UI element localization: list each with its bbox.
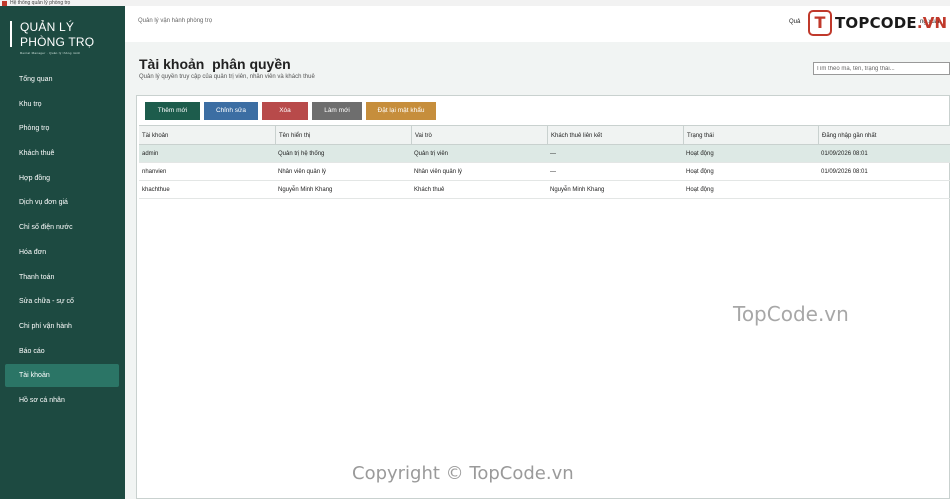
edit-button[interactable]: Chỉnh sửa (204, 102, 258, 120)
column-header-role[interactable]: Vai trò (411, 126, 547, 144)
brand-title: QUẢN LÝ PHÒNG TRỌ (20, 20, 94, 50)
topcode-watermark-logo: T TOPCODE.VN (808, 10, 950, 38)
table-cell: — (550, 169, 556, 175)
brand-title-line1: QUẢN LÝ (20, 20, 75, 34)
table-row[interactable]: admin Quản trị hệ thống Quản trị viên — … (139, 145, 950, 163)
sidebar-item[interactable]: Chi phí vận hành (5, 315, 119, 338)
table-cell: Khách thuê (414, 187, 445, 193)
topcode-logo-icon: T (808, 10, 832, 36)
table-cell: nhanvien (142, 169, 167, 175)
brand-subtitle: Rental Manager · Quản lý thông minh (20, 51, 81, 55)
table-cell: Nhân viên quản lý (278, 169, 327, 175)
sidebar-item[interactable]: Báo cáo (5, 340, 119, 363)
column-header-last-login[interactable]: Đăng nhập gần nhất (818, 126, 950, 144)
user-menu[interactable]: Quả (789, 19, 800, 25)
sidebar-item[interactable]: Thanh toán (5, 266, 119, 289)
topcode-logo-text: TOPCODE.VN (835, 14, 947, 32)
table-cell: Quản trị viên (414, 151, 449, 157)
table-cell: — (550, 151, 556, 157)
column-header-linked-tenant[interactable]: Khách thuê liên kết (547, 126, 683, 144)
sidebar: QUẢN LÝ PHÒNG TRỌ Rental Manager · Quản … (0, 6, 125, 499)
page-subtitle: Quản lý quyền truy cập của quản trị viên… (139, 74, 315, 80)
accounts-panel: Thêm mới Chỉnh sửa Xóa Làm mới Đặt lại m… (136, 95, 950, 499)
sidebar-nav: Tổng quan Khu trọ Phòng trọ Khách thuê Hợp đ… (5, 68, 119, 414)
reset-password-button[interactable]: Đặt lại mật khẩu (366, 102, 436, 120)
table-cell: Hoạt động (686, 187, 714, 193)
topcode-logo-word: TOPCODE (835, 14, 917, 32)
sidebar-item[interactable]: Khu trọ (5, 93, 119, 116)
table-row[interactable]: khachthue Nguyễn Minh Khang Khách thuê N… (139, 181, 950, 199)
table-cell: 01/09/2026 08:01 (821, 151, 868, 157)
column-header-status[interactable]: Trạng thái (683, 126, 818, 144)
brand-title-line2: PHÒNG TRỌ (20, 35, 95, 49)
column-header-account[interactable]: Tài khoản (139, 126, 275, 144)
topbar-context: Quản lý vận hành phòng trọ (138, 18, 213, 24)
sidebar-item[interactable]: Hợp đồng (5, 167, 119, 190)
delete-button[interactable]: Xóa (262, 102, 308, 120)
accounts-table: Tài khoản Tên hiển thị Vai trò Khách thu… (139, 125, 950, 199)
table-cell: Nguyễn Minh Khang (550, 187, 605, 193)
sidebar-item[interactable]: Chỉ số điện nước (5, 216, 119, 239)
table-cell: Hoạt động (686, 151, 714, 157)
sidebar-item[interactable]: Hồ sơ cá nhân (5, 389, 119, 412)
sidebar-item[interactable]: Hóa đơn (5, 241, 119, 264)
page-title: Tài khoản phân quyền (139, 56, 291, 72)
table-cell: khachthue (142, 187, 170, 193)
main-area: Quản lý vận hành phòng trọ Quả ng xuất T… (125, 6, 950, 499)
table-header-row: Tài khoản Tên hiển thị Vai trò Khách thu… (139, 125, 950, 145)
table-cell: Hoạt động (686, 169, 714, 175)
table-cell (818, 181, 950, 198)
sidebar-item[interactable]: Dịch vụ đơn giá (5, 191, 119, 214)
add-button[interactable]: Thêm mới (145, 102, 200, 120)
table-cell: Nguyễn Minh Khang (278, 187, 333, 193)
table-cell: admin (142, 151, 159, 157)
sidebar-item[interactable]: Tài khoản (5, 364, 119, 388)
brand-logo: QUẢN LÝ PHÒNG TRỌ Rental Manager · Quản … (10, 20, 110, 56)
sidebar-item[interactable]: Phòng trọ (5, 117, 119, 140)
app-icon (2, 0, 7, 6)
sidebar-item[interactable]: Sửa chữa - sự cố (5, 290, 119, 313)
topcode-logo-suffix: .VN (916, 14, 948, 32)
copyright-watermark: Copyright © TopCode.vn (352, 463, 574, 484)
search-input[interactable] (813, 62, 950, 75)
brand-accent-bar (10, 21, 12, 47)
column-header-display-name[interactable]: Tên hiển thị (275, 126, 411, 144)
table-cell: 01/09/2026 08:01 (821, 169, 868, 175)
sidebar-item[interactable]: Tổng quan (5, 68, 119, 91)
table-row[interactable]: nhanvien Nhân viên quản lý Nhân viên quả… (139, 163, 950, 181)
refresh-button[interactable]: Làm mới (312, 102, 362, 120)
table-cell: Nhân viên quản lý (414, 169, 463, 175)
table-cell: Quản trị hệ thống (278, 151, 325, 157)
watermark-text: TopCode.vn (733, 302, 849, 326)
sidebar-item[interactable]: Khách thuê (5, 142, 119, 165)
